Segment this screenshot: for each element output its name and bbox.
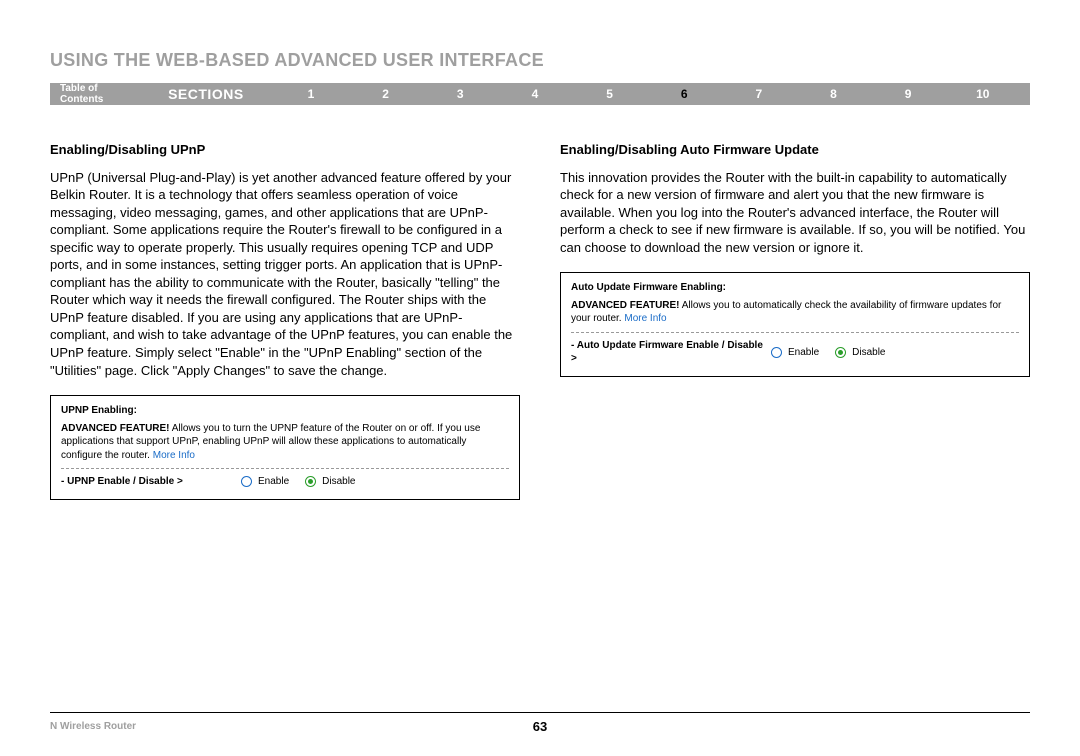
- upnp-enable-label: Enable: [258, 475, 289, 489]
- right-column: Enabling/Disabling Auto Firmware Update …: [560, 141, 1030, 500]
- right-heading: Enabling/Disabling Auto Firmware Update: [560, 141, 1030, 159]
- section-link-7[interactable]: 7: [722, 87, 797, 101]
- advanced-feature-label: ADVANCED FEATURE!: [61, 423, 170, 434]
- firmware-panel: Auto Update Firmware Enabling: ADVANCED …: [560, 272, 1030, 377]
- section-link-6[interactable]: 6: [647, 87, 722, 101]
- firmware-panel-title: Auto Update Firmware Enabling:: [571, 281, 1019, 295]
- footer-page-number: 63: [533, 719, 547, 734]
- upnp-enable-radio[interactable]: [241, 476, 252, 487]
- upnp-panel: UPNP Enabling: ADVANCED FEATURE! Allows …: [50, 395, 520, 500]
- page-title: USING THE WEB-BASED ADVANCED USER INTERF…: [50, 50, 1030, 71]
- section-link-8[interactable]: 8: [796, 87, 871, 101]
- firmware-row-label: - Auto Update Firmware Enable / Disable …: [571, 339, 771, 366]
- firmware-disable-label: Disable: [852, 346, 885, 360]
- upnp-row-label: - UPNP Enable / Disable >: [61, 475, 241, 489]
- upnp-toggle-row: - UPNP Enable / Disable > Enable Disable: [61, 468, 509, 489]
- page-footer: N Wireless Router 63: [50, 712, 1030, 732]
- section-link-2[interactable]: 2: [348, 87, 423, 101]
- left-column: Enabling/Disabling UPnP UPnP (Universal …: [50, 141, 520, 500]
- section-link-10[interactable]: 10: [945, 87, 1020, 101]
- right-body: This innovation provides the Router with…: [560, 169, 1030, 257]
- section-link-1[interactable]: 1: [274, 87, 349, 101]
- section-link-4[interactable]: 4: [498, 87, 573, 101]
- section-link-3[interactable]: 3: [423, 87, 498, 101]
- footer-product: N Wireless Router: [50, 721, 136, 732]
- left-body: UPnP (Universal Plug-and-Play) is yet an…: [50, 169, 520, 380]
- section-link-9[interactable]: 9: [871, 87, 946, 101]
- section-link-5[interactable]: 5: [572, 87, 647, 101]
- more-info-link[interactable]: More Info: [153, 450, 195, 461]
- upnp-disable-radio[interactable]: [305, 476, 316, 487]
- sections-label: SECTIONS: [168, 86, 244, 102]
- more-info-link-2[interactable]: More Info: [624, 313, 666, 324]
- firmware-enable-label: Enable: [788, 346, 819, 360]
- firmware-panel-desc: ADVANCED FEATURE! Allows you to automati…: [571, 299, 1019, 326]
- advanced-feature-label-2: ADVANCED FEATURE!: [571, 300, 680, 311]
- upnp-disable-label: Disable: [322, 475, 355, 489]
- toc-link[interactable]: Table of Contents: [60, 83, 138, 105]
- upnp-panel-title: UPNP Enabling:: [61, 404, 509, 418]
- section-navbar: Table of Contents SECTIONS 1 2 3 4 5 6 7…: [50, 83, 1030, 105]
- upnp-panel-desc: ADVANCED FEATURE! Allows you to turn the…: [61, 422, 509, 463]
- firmware-enable-radio[interactable]: [771, 347, 782, 358]
- firmware-disable-radio[interactable]: [835, 347, 846, 358]
- left-heading: Enabling/Disabling UPnP: [50, 141, 520, 159]
- firmware-toggle-row: - Auto Update Firmware Enable / Disable …: [571, 332, 1019, 366]
